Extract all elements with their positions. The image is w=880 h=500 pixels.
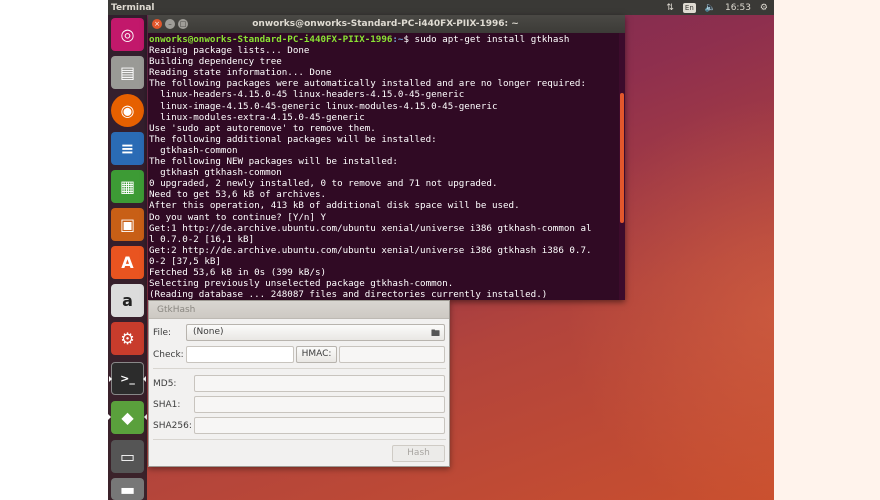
terminal-icon: >_ [120,372,135,385]
ubuntu-logo-icon: ◎ [120,25,135,44]
prompt-path: :~ [392,34,404,45]
active-app-title: Terminal [111,2,155,13]
amazon-button[interactable]: a [111,284,144,317]
terminal-line: linux-image-4.15.0-45-generic linux-modu… [149,100,498,112]
hash-button[interactable]: Hash [392,445,445,462]
hmac-key-input[interactable] [339,346,445,363]
terminal-line: The following packages were automaticall… [149,78,586,90]
launcher: ◎ ▤ ◉ ≡ ▦ ▣ A a ⚙ >_ ◆ ▭ ▬ [108,15,147,500]
terminal-prompt-line: onworks@onworks-Standard-PC-i440FX-PIIX-… [149,34,618,45]
drive-icon: ▬ [119,479,136,499]
network-icon[interactable]: ⇅ [666,3,674,13]
terminal-line: l 0.7.0-2 [16,1 kB] [149,233,255,245]
settings-button[interactable]: ⚙ [111,322,144,355]
prompt-user: onworks@onworks-Standard-PC-i440FX-PIIX-… [149,34,393,45]
terminal-output[interactable]: onworks@onworks-Standard-PC-i440FX-PIIX-… [148,33,619,300]
terminal-line: gtkhash-common [149,144,238,156]
gtkhash-window[interactable]: GtkHash File: (None) 🖿 Check: HMAC: MD5:… [148,300,450,467]
sha256-output[interactable] [194,417,445,434]
close-icon[interactable]: × [152,19,162,29]
terminal-line: 0 upgraded, 2 newly installed, 0 to remo… [149,178,498,190]
terminal-line: Reading state information... Done [149,67,332,79]
terminal-button[interactable]: >_ [109,362,146,395]
file-cabinet-icon: ▤ [119,63,136,82]
terminal-line: gtkhash gtkhash-common [149,167,282,179]
check-label: Check: [153,350,184,360]
software-center-icon: A [121,253,134,272]
impress-presentation-icon: ▣ [119,215,136,234]
clock[interactable]: 16:53 [725,3,751,13]
terminal-line: Do you want to continue? [Y/n] Y [149,211,327,223]
file-label: File: [153,328,172,338]
terminal-line: Need to get 53,6 kB of archives. [149,189,327,201]
floppy-disk-icon: ▭ [119,447,136,466]
terminal-line: (Reading database ... 248087 files and d… [149,289,548,300]
gtkhash-button[interactable]: ◆ [108,401,147,434]
gtkhash-icon: ◆ [121,408,134,427]
system-tray: ⇅ En 🔈 16:53 ⚙ [666,0,768,15]
terminal-window[interactable]: × – □ onworks@onworks-Standard-PC-i440FX… [148,15,625,300]
separator [153,368,446,369]
file-chooser-button[interactable]: (None) 🖿 [186,324,445,341]
terminal-line: Fetched 53,6 kB in 0s (399 kB/s) [149,266,327,278]
gtkhash-titlebar[interactable]: GtkHash [149,301,449,319]
volume-icon[interactable]: 🔈 [705,3,716,13]
files-button[interactable]: ▤ [111,56,144,89]
calc-button[interactable]: ▦ [111,170,144,203]
keyboard-layout-indicator[interactable]: En [682,2,696,13]
terminal-scrollbar[interactable] [619,33,625,300]
writer-button[interactable]: ≡ [111,132,144,165]
minimize-icon[interactable]: – [165,19,175,29]
terminal-line: linux-modules-extra-4.15.0-45-generic [149,111,365,123]
terminal-line: Reading package lists... Done [149,45,310,57]
terminal-line: After this operation, 413 kB of addition… [149,200,520,212]
firefox-button[interactable]: ◉ [111,94,144,127]
prompt-command: $ sudo apt-get install gtkhash [403,34,570,45]
calc-spreadsheet-icon: ▦ [119,177,136,196]
terminal-line: Get:2 http://de.archive.ubuntu.com/ubunt… [149,244,592,256]
top-panel: Terminal ⇅ En 🔈 16:53 ⚙ [108,0,774,15]
gtkhash-title: GtkHash [157,304,196,315]
save-button[interactable]: ▭ [111,440,144,473]
md5-label: MD5: [153,379,177,389]
firefox-icon: ◉ [120,101,135,120]
folder-open-icon: 🖿 [430,329,440,339]
left-margin [0,0,108,500]
terminal-line: Use 'sudo apt autoremove' to remove them… [149,122,376,134]
software-center-button[interactable]: A [111,246,144,279]
md5-output[interactable] [194,375,445,392]
amazon-icon: a [122,291,133,310]
scrollbar-thumb[interactable] [620,93,624,223]
writer-document-icon: ≡ [120,139,135,158]
right-margin [774,0,880,500]
terminal-line: The following NEW packages will be insta… [149,156,398,168]
hmac-toggle-button[interactable]: HMAC: [296,346,337,363]
terminal-line: 0-2 [37,5 kB] [149,255,221,267]
terminal-line: linux-headers-4.15.0-45 linux-headers-4.… [149,89,465,101]
system-gear-icon[interactable]: ⚙ [760,3,768,13]
sha1-output[interactable] [194,396,445,413]
sha1-label: SHA1: [153,400,181,410]
settings-gear-icon: ⚙ [120,329,135,348]
sha256-label: SHA256: [153,421,192,431]
impress-button[interactable]: ▣ [111,208,144,241]
terminal-title: onworks@onworks-Standard-PC-i440FX-PIIX-… [252,19,519,29]
drive-button[interactable]: ▬ [111,478,144,500]
terminal-line: Building dependency tree [149,56,282,68]
terminal-titlebar[interactable]: × – □ onworks@onworks-Standard-PC-i440FX… [148,15,625,33]
check-input[interactable] [186,346,294,363]
dash-button[interactable]: ◎ [111,18,144,51]
separator [153,439,446,440]
terminal-line: Selecting previously unselected package … [149,278,454,290]
file-chooser-value: (None) [193,327,224,337]
terminal-line: Get:1 http://de.archive.ubuntu.com/ubunt… [149,222,592,234]
maximize-icon[interactable]: □ [178,19,188,29]
terminal-line: The following additional packages will b… [149,133,437,145]
